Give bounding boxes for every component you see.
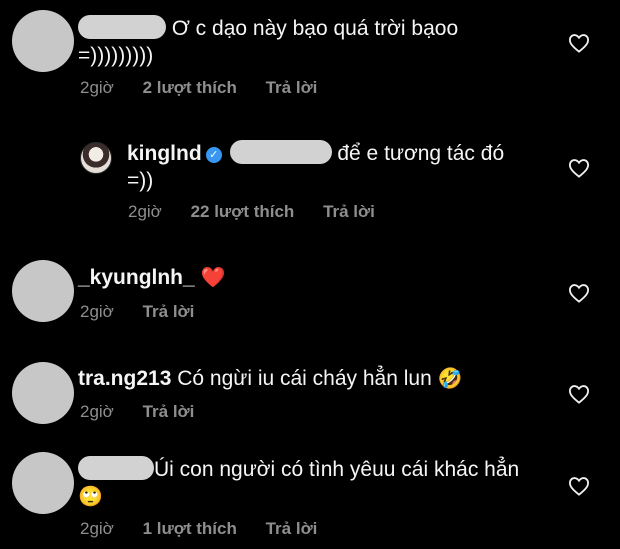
heart-icon[interactable]: [568, 283, 590, 303]
reply-button[interactable]: Trả lời: [323, 202, 375, 221]
likes-count[interactable]: 2 lượt thích: [143, 78, 237, 97]
username[interactable]: tra.ng213: [78, 367, 171, 390]
heart-icon[interactable]: [568, 33, 590, 53]
eye-roll-emoji: 🙄: [78, 486, 103, 508]
redacted-mention[interactable]: [229, 140, 332, 164]
comment-body: Ơ c dạo này bạo quá trời bạoo: [171, 17, 459, 40]
likes-count[interactable]: 22 lượt thích: [191, 202, 295, 221]
username[interactable]: kinglnd: [127, 142, 202, 165]
likes-count[interactable]: 1 lượt thích: [143, 519, 237, 538]
avatar[interactable]: [12, 452, 74, 514]
reply-button[interactable]: Trả lời: [266, 519, 318, 538]
comment-body: Có ngừi iu cái cháy hẳn lun: [177, 367, 432, 390]
comment-body: để e tương tác đó: [337, 142, 505, 165]
comment-text: _kyunglnh_ ❤️: [78, 264, 498, 292]
redacted-username[interactable]: [78, 15, 166, 39]
avatar[interactable]: [12, 10, 74, 72]
comment-text: Ơ c dạo này bạo quá trời bạoo =))))))))): [78, 15, 498, 69]
comment-meta: 2giờ 1 lượt thích Trả lời: [80, 519, 341, 539]
avatar[interactable]: [12, 260, 74, 322]
comment-body: Úi con người có tình yêuu cái khác hẳn: [154, 458, 520, 481]
heart-emoji: ❤️: [200, 267, 226, 289]
timestamp: 2giờ: [80, 519, 114, 538]
comment-meta: 2giờ Trả lời: [80, 302, 218, 322]
comment-meta: 2giờ 22 lượt thích Trả lời: [128, 202, 399, 222]
heart-icon[interactable]: [568, 384, 590, 404]
avatar[interactable]: [80, 142, 112, 174]
verified-badge-icon: ✓: [205, 147, 222, 163]
heart-icon[interactable]: [568, 476, 590, 496]
timestamp: 2giờ: [80, 78, 114, 97]
avatar[interactable]: [12, 362, 74, 424]
reply-button[interactable]: Trả lời: [143, 402, 195, 421]
comment-body-line2: =))))))))): [78, 44, 154, 67]
timestamp: 2giờ: [128, 202, 162, 221]
heart-icon[interactable]: [568, 158, 590, 178]
comment-body-line2: =)): [127, 169, 154, 192]
username[interactable]: _kyunglnh_: [78, 266, 195, 289]
timestamp: 2giờ: [80, 302, 114, 321]
comment-meta: 2giờ 2 lượt thích Trả lời: [80, 78, 341, 98]
comment-text: Úi con người có tình yêuu cái khác hẳn 🙄: [78, 456, 538, 511]
comment-meta: 2giờ Trả lời: [80, 402, 218, 422]
comment-text: tra.ng213 Có ngừi iu cái cháy hẳn lun 🤣: [78, 365, 518, 393]
redacted-username[interactable]: [78, 456, 154, 480]
reply-button[interactable]: Trả lời: [266, 78, 318, 97]
timestamp: 2giờ: [80, 402, 114, 421]
comment-text: kinglnd ✓ để e tương tác đó =)): [127, 140, 547, 194]
rofl-emoji: 🤣: [437, 368, 463, 390]
reply-button[interactable]: Trả lời: [143, 302, 195, 321]
